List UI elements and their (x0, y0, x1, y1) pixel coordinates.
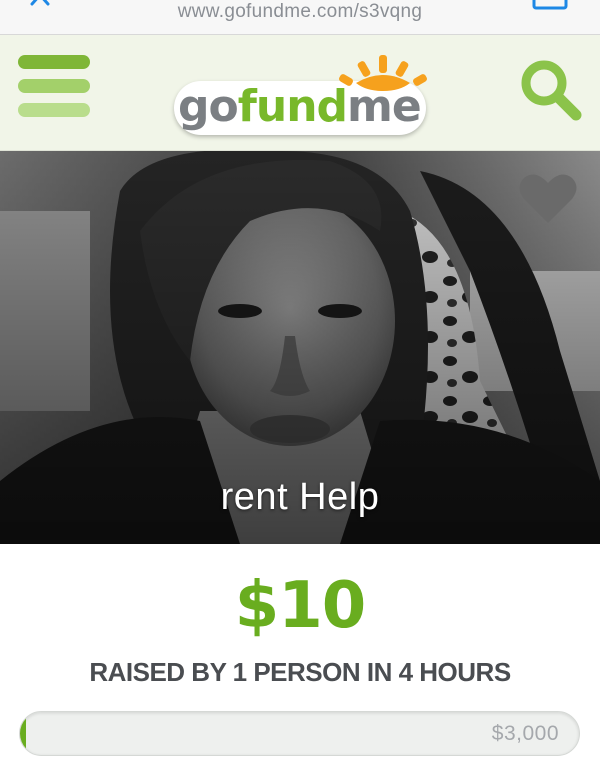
share-icon[interactable] (532, 0, 568, 10)
menu-button[interactable] (18, 55, 90, 121)
url-text[interactable]: www.gofundme.com/s3vqng (0, 0, 600, 24)
progress-fill (20, 712, 26, 755)
raised-summary: RAISED BY 1 PERSON IN 4 HOURS (89, 657, 511, 687)
search-icon[interactable] (518, 57, 584, 123)
campaign-hero[interactable]: rent Help (0, 151, 600, 544)
raised-amount: $10 (234, 569, 367, 643)
heart-icon[interactable] (519, 173, 577, 225)
app-header: gofundme (0, 35, 600, 151)
browser-url-bar: www.gofundme.com/s3vqng (0, 0, 600, 35)
progress-bar: $3,000 (19, 711, 580, 756)
goal-amount: $3,000 (491, 722, 559, 745)
logo-wordmark: gofundme (178, 81, 422, 132)
campaign-title: rent Help (220, 476, 380, 518)
gofundme-logo[interactable]: gofundme (174, 53, 428, 135)
page: www.gofundme.com/s3vqng gofundme rent He… (0, 0, 600, 772)
